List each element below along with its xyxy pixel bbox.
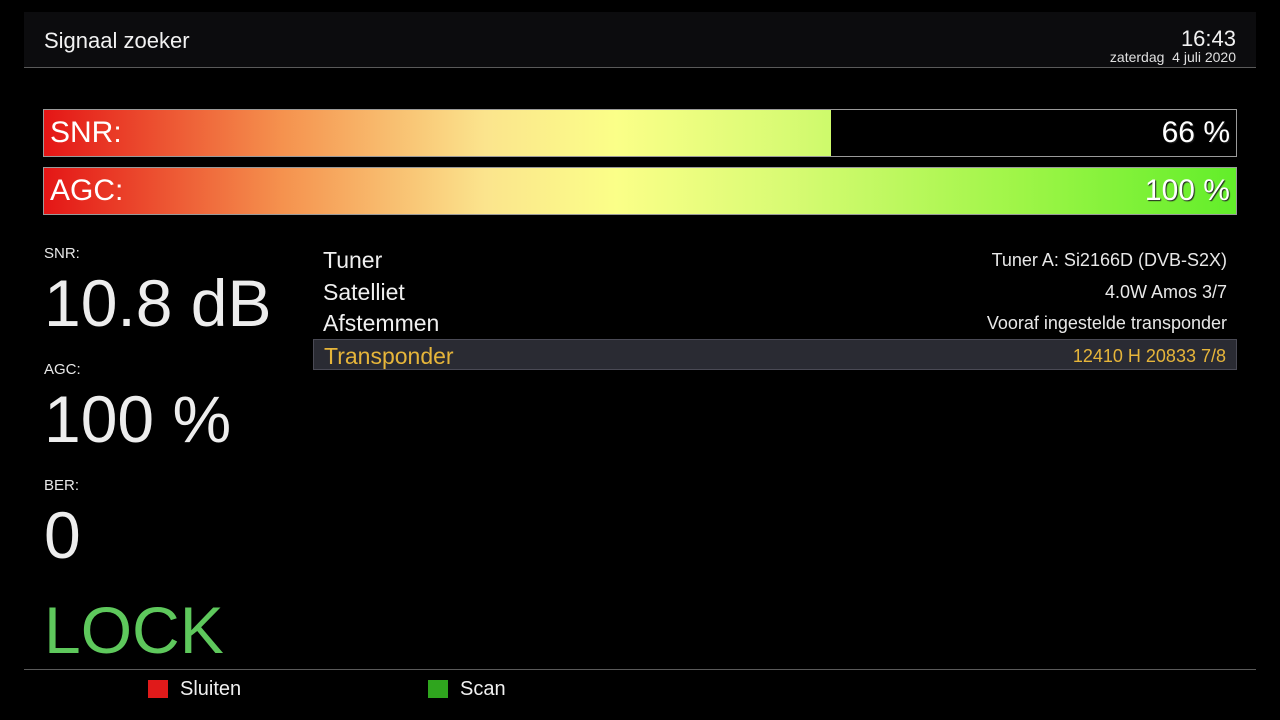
snr-bar-label: SNR: <box>50 116 122 149</box>
agc-bar-gradient <box>44 168 1236 214</box>
agc-stat-value: 100 % <box>44 382 232 456</box>
info-value-satellite: 4.0W Amos 3/7 <box>1104 281 1227 302</box>
snr-bar: SNR: 66 % <box>43 109 1237 157</box>
agc-bar-value: 100 % <box>1144 174 1230 207</box>
info-row-tuning[interactable]: Afstemmen Vooraf ingestelde transponder <box>313 307 1237 339</box>
info-row-satellite[interactable]: Satelliet 4.0W Amos 3/7 <box>313 276 1237 308</box>
ber-stat-label: BER: <box>44 477 80 494</box>
info-row-tuner[interactable]: Tuner Tuner A: Si2166D (DVB-S2X) <box>313 244 1237 276</box>
agc-bar: AGC: 100 % <box>43 167 1237 215</box>
snr-bar-gradient <box>44 110 831 156</box>
info-value-tuner: Tuner A: Si2166D (DVB-S2X) <box>991 250 1227 270</box>
header-bar: Signaal zoeker 16:43 zaterdag 4 juli 202… <box>24 12 1256 68</box>
info-value-transponder: 12410 H 20833 7/8 <box>1072 345 1226 366</box>
info-label-satellite: Satelliet <box>323 278 405 305</box>
snr-bar-fill <box>44 110 831 156</box>
screen-title: Signaal zoeker <box>44 28 190 53</box>
date-label: zaterdag 4 juli 2020 <box>1109 49 1236 65</box>
signal-finder-screen: Signaal zoeker 16:43 zaterdag 4 juli 202… <box>0 0 1280 720</box>
tuning-info-list: Tuner Tuner A: Si2166D (DVB-S2X) Satelli… <box>313 244 1237 370</box>
info-label-transponder: Transponder <box>324 342 454 369</box>
info-label-tuning: Afstemmen <box>323 310 440 336</box>
snr-stat-value: 10.8 dB <box>44 266 272 340</box>
snr-stat-label: SNR: <box>44 245 80 262</box>
scan-key-button[interactable]: Scan <box>428 678 506 700</box>
lock-status: LOCK <box>44 593 224 667</box>
agc-bar-label: AGC: <box>50 174 124 207</box>
close-key-button[interactable]: Sluiten <box>148 678 241 700</box>
footer-divider <box>24 669 1256 670</box>
agc-bar-fill <box>44 168 1236 214</box>
scan-key-label: Scan <box>460 677 506 700</box>
ber-stat-value: 0 <box>44 498 81 572</box>
info-value-tuning: Vooraf ingestelde transponder <box>986 313 1227 333</box>
green-key-icon <box>428 680 448 698</box>
info-label-tuner: Tuner <box>323 247 383 273</box>
snr-bar-value: 66 % <box>1161 116 1230 149</box>
clock: 16:43 <box>1180 26 1236 51</box>
close-key-label: Sluiten <box>180 677 242 700</box>
red-key-icon <box>148 680 168 698</box>
agc-stat-label: AGC: <box>44 361 81 378</box>
info-row-transponder[interactable]: Transponder 12410 H 20833 7/8 <box>313 338 1237 370</box>
